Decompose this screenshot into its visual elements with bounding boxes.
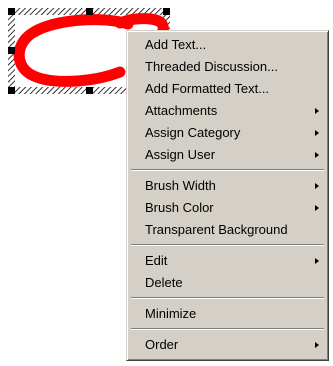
submenu-arrow-icon — [315, 152, 319, 158]
resize-handle-top-left — [8, 8, 15, 15]
menu-item-label: Delete — [145, 275, 183, 290]
menu-item-brush-width[interactable]: Brush Width — [130, 175, 325, 197]
context-menu: Add Text... Threaded Discussion... Add F… — [126, 30, 329, 361]
menu-separator — [131, 297, 324, 299]
menu-separator — [131, 169, 324, 171]
submenu-arrow-icon — [315, 183, 319, 189]
resize-handle-bottom-left — [8, 87, 15, 94]
submenu-arrow-icon — [315, 205, 319, 211]
menu-item-threaded-discussion[interactable]: Threaded Discussion... — [130, 56, 325, 78]
menu-item-minimize[interactable]: Minimize — [130, 303, 325, 325]
menu-item-assign-user[interactable]: Assign User — [130, 144, 325, 166]
menu-separator — [131, 244, 324, 246]
resize-handle-top-right — [163, 8, 170, 15]
resize-handle-top-middle — [86, 8, 93, 15]
menu-item-attachments[interactable]: Attachments — [130, 100, 325, 122]
drawing-canvas[interactable]: Add Text... Threaded Discussion... Add F… — [0, 0, 333, 366]
menu-item-edit[interactable]: Edit — [130, 250, 325, 272]
menu-item-assign-category[interactable]: Assign Category — [130, 122, 325, 144]
menu-item-delete[interactable]: Delete — [130, 272, 325, 294]
menu-item-label: Add Formatted Text... — [145, 81, 270, 96]
menu-item-label: Add Text... — [145, 37, 207, 52]
menu-item-transparent-background[interactable]: Transparent Background — [130, 219, 325, 241]
menu-item-label: Attachments — [145, 103, 218, 118]
submenu-arrow-icon — [315, 108, 319, 114]
menu-item-label: Minimize — [145, 306, 197, 321]
menu-item-label: Transparent Background — [145, 222, 288, 237]
menu-item-add-formatted-text[interactable]: Add Formatted Text... — [130, 78, 325, 100]
menu-item-label: Brush Width — [145, 178, 216, 193]
menu-item-label: Order — [145, 337, 179, 352]
menu-separator — [131, 328, 324, 330]
menu-item-order[interactable]: Order — [130, 334, 325, 356]
resize-handle-middle-left — [8, 47, 15, 54]
submenu-arrow-icon — [315, 130, 319, 136]
resize-handle-bottom-middle — [86, 87, 93, 94]
menu-item-brush-color[interactable]: Brush Color — [130, 197, 325, 219]
menu-item-label: Assign Category — [145, 125, 241, 140]
submenu-arrow-icon — [315, 258, 319, 264]
menu-item-label: Threaded Discussion... — [145, 59, 278, 74]
submenu-arrow-icon — [315, 342, 319, 348]
menu-item-label: Edit — [145, 253, 168, 268]
menu-item-label: Assign User — [145, 147, 216, 162]
menu-item-add-text[interactable]: Add Text... — [130, 34, 325, 56]
menu-item-label: Brush Color — [145, 200, 214, 215]
